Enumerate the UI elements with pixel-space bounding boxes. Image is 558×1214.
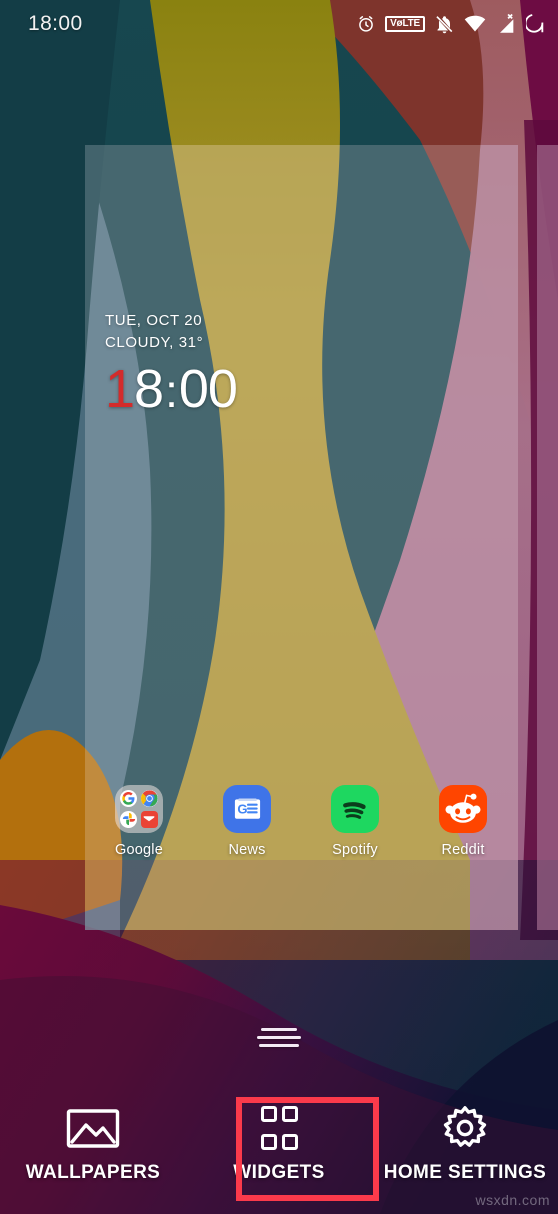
google-photos-icon <box>120 810 137 828</box>
grid-square-bottom-left <box>260 1134 277 1151</box>
wallpapers-option[interactable]: WALLPAPERS <box>0 1085 186 1214</box>
chrome-icon <box>140 790 158 808</box>
svg-text:G: G <box>237 801 247 816</box>
cellular-signal-off-icon <box>495 13 517 35</box>
app-icon-row: Google G News Spotify Reddit <box>85 785 518 858</box>
grid-square-top-right <box>281 1105 298 1122</box>
volte-icon: VøLTE <box>385 16 425 32</box>
battery-icon <box>526 13 544 35</box>
spotify-icon[interactable] <box>331 785 379 833</box>
preview-next-wallpaper <box>537 145 558 930</box>
page-drag-handle[interactable] <box>0 1028 558 1047</box>
google-folder-icon[interactable] <box>115 785 163 833</box>
app-item-news[interactable]: G News <box>193 785 301 858</box>
grid-square-bottom-right <box>281 1134 298 1151</box>
app-label-news: News <box>228 842 266 858</box>
alarm-icon <box>356 14 376 34</box>
clock-weather-widget[interactable]: TUE, OCT 20 CLOUDY, 31° 1 8:00 <box>105 310 238 420</box>
widget-time-minutes: 00 <box>178 359 238 419</box>
home-screen-page-preview[interactable]: TUE, OCT 20 CLOUDY, 31° 1 8:00 Google G … <box>85 145 518 930</box>
widgets-option[interactable]: WIDGETS <box>186 1085 372 1214</box>
gmail-icon <box>140 810 158 828</box>
status-bar: 18:00 VøLTE <box>0 0 558 48</box>
notifications-muted-icon <box>434 14 455 35</box>
google-news-icon[interactable]: G <box>223 785 271 833</box>
widgets-option-label: WIDGETS <box>233 1162 325 1183</box>
widget-time-hour-rest: 8 <box>134 359 164 419</box>
status-bar-icons: VøLTE <box>356 13 544 35</box>
google-g-icon <box>120 790 137 808</box>
grid-icon <box>260 1102 298 1154</box>
grid-square-top-left <box>260 1105 277 1122</box>
app-label-google: Google <box>115 842 163 858</box>
wifi-icon <box>464 15 486 33</box>
home-settings-option-label: HOME SETTINGS <box>383 1162 547 1183</box>
reddit-icon[interactable] <box>439 785 487 833</box>
wallpapers-option-label: WALLPAPERS <box>25 1162 161 1183</box>
widget-weather: CLOUDY, 31° <box>105 334 204 351</box>
app-item-reddit[interactable]: Reddit <box>409 785 517 858</box>
app-item-google[interactable]: Google <box>85 785 193 858</box>
widget-time-colon: : <box>165 365 178 417</box>
drag-handle-line-1 <box>261 1028 297 1031</box>
home-screen-page-preview-next[interactable] <box>537 145 558 930</box>
app-label-reddit: Reddit <box>441 842 485 858</box>
home-screen-editor: 18:00 VøLTE TUE, OCT 20 CLOUDY, 31° 1 8 … <box>0 0 558 1214</box>
image-icon <box>66 1102 120 1154</box>
status-bar-clock: 18:00 <box>28 12 83 35</box>
gear-icon <box>440 1102 490 1154</box>
drag-handle-line-2 <box>257 1036 301 1039</box>
watermark: wsxdn.com <box>475 1192 550 1208</box>
widget-date: TUE, OCT 20 <box>105 312 203 329</box>
drag-handle-line-3 <box>259 1044 299 1047</box>
app-item-spotify[interactable]: Spotify <box>301 785 409 858</box>
widget-time: 1 8:00 <box>105 359 238 420</box>
app-label-spotify: Spotify <box>332 842 378 858</box>
widget-time-hour-first: 1 <box>105 359 135 419</box>
